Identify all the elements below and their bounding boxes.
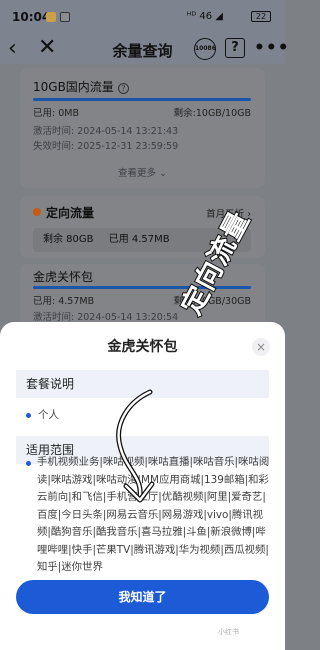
see-more-link[interactable]: 查看更多 ⌄ [20,165,265,179]
activated-time: 激活时间: 2024-05-14 13:20:54 [33,312,179,323]
used-amount: 已用: 4.57MB [33,296,95,307]
directed-usage-box: 剩余 80GB 已用 4.57MB [33,228,251,252]
service-10086-icon[interactable]: 10086 [194,38,216,60]
card-directed-data: 定向流量 首月五折 › 剩余 80GB 已用 4.57MB [20,196,265,258]
scope-text: 手机视频业务|咪咕视频|咪咕直播|咪咕音乐|咪咕阅读|咪咕游戏|咪咕动漫|MM应… [37,456,270,573]
directed-used: 已用 4.57MB [108,234,170,245]
status-bar: 10:04 ᴴᴰ 46 ◢ 22 [0,0,285,34]
card-domestic-data: 10GB国内流量? 已用: 0MB 剩余:10GB/10GB 激活时间: 202… [20,68,265,188]
close-icon[interactable]: × [252,338,270,356]
watermark: 小红书 [218,628,239,636]
package-detail-sheet: 金虎关怀包 × 套餐说明 个人 适用范围 手机视频业务|咪咕视频|咪咕直播|咪咕… [0,322,285,650]
promo-link[interactable]: 首月五折 › [206,206,251,220]
usage-bar [33,98,251,101]
ok-button[interactable]: 我知道了 [16,580,269,614]
status-time: 10:04 [12,10,51,24]
notification-icon-2 [60,12,70,22]
usage-bar [33,286,251,289]
more-icon[interactable]: ••• [254,38,290,58]
notification-icon [46,12,56,22]
section-package-description: 套餐说明 [16,370,269,398]
directed-dot-icon [33,208,41,216]
card-title: 定向流量 [46,206,95,220]
card-title: 10GB国内流量? [33,78,129,95]
remaining-amount: 剩余:10GB/10GB [173,108,251,119]
card-title: 金虎关怀包 [33,270,94,284]
info-icon[interactable]: ? [117,83,129,94]
sheet-title: 金虎关怀包 [107,339,178,355]
battery-icon: 22 [251,11,271,22]
remaining-amount: 剩余:30GB/30GB [173,296,251,307]
help-icon[interactable]: ? [225,38,245,58]
signal-icon: ᴴᴰ 46 ◢ [186,11,223,22]
description-item: 个人 [38,409,59,421]
top-navigation: ‹ ✕ 余量查询 10086 ? ••• [0,34,289,64]
directed-remaining: 剩余 80GB [43,234,94,245]
activated-time: 激活时间: 2024-05-14 13:21:43 [33,126,179,137]
bullet-icon [26,461,31,466]
expire-time: 失效时间: 2025-12-31 23:59:59 [33,141,179,152]
bullet-icon [26,413,31,418]
used-amount: 已用: 0MB [33,108,79,119]
